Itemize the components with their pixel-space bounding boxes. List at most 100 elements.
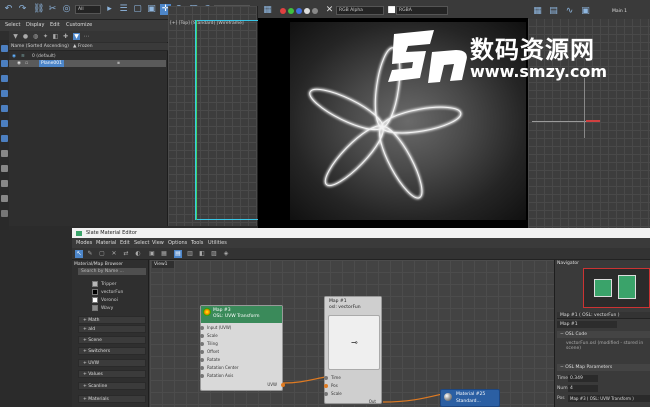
camera-icon[interactable]: ◧	[52, 33, 59, 40]
node-port[interactable]: Offset	[200, 349, 219, 354]
menu-select[interactable]: Select	[5, 22, 20, 28]
mono-channel-icon[interactable]	[312, 8, 318, 14]
menu-edit[interactable]: Edit	[50, 22, 60, 28]
port-dot-icon[interactable]	[200, 326, 204, 330]
menu-view[interactable]: View	[152, 240, 164, 246]
node-header[interactable]: Map #3 OSL: UVW Transform	[201, 306, 282, 323]
light-icon[interactable]: ✦	[42, 33, 49, 40]
alpha-channel-icon[interactable]	[304, 8, 310, 14]
browser-category[interactable]: + ald	[78, 325, 146, 333]
uvw-transform-node[interactable]: Map #3 OSL: UVW Transform Input (UVW) Sc…	[200, 305, 285, 391]
material-map-browser-icon[interactable]: ◧	[198, 250, 206, 258]
port-dot-icon[interactable]	[324, 384, 328, 388]
strip-tool-icon[interactable]	[1, 45, 8, 52]
strip-tool-icon[interactable]	[1, 210, 8, 217]
browser-category[interactable]: + Materials	[78, 395, 146, 403]
port-dot-icon[interactable]	[200, 342, 204, 346]
browser-map-item[interactable]: Wavy	[101, 306, 113, 311]
osl-params-rollout[interactable]: − OSL Map Parameters	[557, 364, 650, 371]
browser-map-item[interactable]: Voronoi	[101, 298, 118, 303]
shape-icon[interactable]: ◍	[32, 33, 39, 40]
node-port[interactable]: Tiling	[200, 341, 218, 346]
red-channel-icon[interactable]	[280, 8, 286, 14]
visibility-icon[interactable]: ◉	[17, 60, 21, 67]
frozen-column-header[interactable]: ▲ Frozen	[73, 44, 93, 49]
time-input[interactable]: 0.349	[568, 375, 598, 382]
move-children-icon[interactable]: ⇄	[122, 250, 130, 258]
selection-filter-dropdown[interactable]: All	[75, 5, 101, 14]
num-input[interactable]: 4	[568, 385, 598, 392]
parameter-editor-icon[interactable]: ▨	[210, 250, 218, 258]
port-dot-icon[interactable]	[200, 358, 204, 362]
display-options-icon[interactable]: ⋯	[83, 33, 90, 40]
strip-tool-icon[interactable]	[1, 195, 8, 202]
strip-tool-icon[interactable]	[1, 120, 8, 127]
port-dot-icon[interactable]	[324, 392, 328, 396]
strip-tool-icon[interactable]	[1, 60, 8, 67]
green-channel-icon[interactable]	[288, 8, 294, 14]
rect-select-icon[interactable]: ▢	[132, 4, 143, 15]
select-icon[interactable]: ▸	[104, 4, 115, 15]
redo-icon[interactable]: ↷	[17, 4, 28, 15]
filter-toggle-icon[interactable]: ▼	[73, 33, 80, 40]
bind-icon[interactable]: ◎	[61, 4, 72, 15]
unlink-icon[interactable]: ✂	[47, 4, 58, 15]
strip-tool-icon[interactable]	[1, 150, 8, 157]
node-port[interactable]: Time	[324, 375, 341, 380]
menu-utilities[interactable]: Utilities	[208, 240, 227, 246]
port-dot-icon[interactable]	[200, 374, 204, 378]
pick-material-icon[interactable]: ✎	[86, 250, 94, 258]
osl-code-rollout[interactable]: − OSL Code	[557, 331, 650, 338]
browser-category[interactable]: + Switchers	[78, 347, 146, 355]
layout-children-icon[interactable]: ▥	[186, 250, 194, 258]
panel-icon[interactable]: ▦	[532, 6, 543, 17]
node-port[interactable]: Input (UVW)	[200, 325, 231, 330]
visibility-icon[interactable]: ◉	[12, 53, 16, 60]
select-by-name-icon[interactable]: ☰	[118, 4, 129, 15]
schematic-icon[interactable]: ▣	[580, 6, 591, 17]
link-icon[interactable]: ⛓	[33, 4, 44, 15]
material-node[interactable]: Material #25 Standard...	[440, 389, 500, 407]
menu-material[interactable]: Material	[96, 240, 116, 246]
explorer-row-layer[interactable]: ◉ ≋ 0 (default)	[9, 53, 166, 60]
browser-category[interactable]: + Math	[78, 316, 146, 324]
vectorfun-node[interactable]: Map #1 osl: vectorFun ⊸ Time Pos Scale O…	[324, 296, 382, 404]
select-tool-icon[interactable]: ↖	[75, 250, 83, 258]
port-dot-icon[interactable]	[324, 376, 328, 380]
clear-icon[interactable]: ✕	[324, 5, 335, 16]
node-header[interactable]: Map #1 osl: vectorFun	[325, 297, 381, 313]
node-port[interactable]: Rotation Center	[200, 365, 238, 370]
node-port[interactable]: Rotation Axis	[200, 373, 233, 378]
assign-material-icon[interactable]: ▢	[98, 250, 106, 258]
browser-search-input[interactable]: Search by Name ...	[78, 268, 146, 275]
node-port[interactable]: Scale	[324, 391, 342, 396]
helper-icon[interactable]: ✚	[62, 33, 69, 40]
workspace-label[interactable]: Main 1	[612, 9, 627, 14]
port-dot-icon[interactable]	[200, 334, 204, 338]
menu-select[interactable]: Select	[134, 240, 149, 246]
menu-customize[interactable]: Customize	[66, 22, 92, 28]
output-port-icon[interactable]	[281, 383, 285, 387]
strip-tool-icon[interactable]	[1, 105, 8, 112]
browser-category[interactable]: + Values	[78, 370, 146, 378]
strip-tool-icon[interactable]	[1, 75, 8, 82]
filter-icon[interactable]: ▼	[12, 33, 19, 40]
explorer-row-plane[interactable]: ◉ ▫ Plane001 ▪	[9, 60, 166, 67]
browser-category[interactable]: + Scene	[78, 336, 146, 344]
layers-icon[interactable]: ▤	[548, 6, 559, 17]
frozen-icon[interactable]: ▪	[117, 60, 120, 67]
menu-tools[interactable]: Tools	[191, 240, 203, 246]
strip-tool-icon[interactable]	[1, 135, 8, 142]
output-dropdown[interactable]: RGBA	[396, 6, 448, 15]
port-dot-icon[interactable]	[200, 366, 204, 370]
blue-channel-icon[interactable]	[296, 8, 302, 14]
strip-tool-icon[interactable]	[1, 165, 8, 172]
delete-icon[interactable]: ✕	[110, 250, 118, 258]
hide-icon[interactable]: ◐	[134, 250, 142, 258]
name-column-header[interactable]: Name (Sorted Ascending)	[11, 44, 69, 49]
browser-map-item[interactable]: vectorFun	[101, 290, 123, 295]
show-background-icon[interactable]: ▦	[160, 250, 168, 258]
show-map-icon[interactable]: ▣	[148, 250, 156, 258]
navigator-preview[interactable]	[583, 268, 650, 308]
browser-category[interactable]: + UVW	[78, 359, 146, 367]
